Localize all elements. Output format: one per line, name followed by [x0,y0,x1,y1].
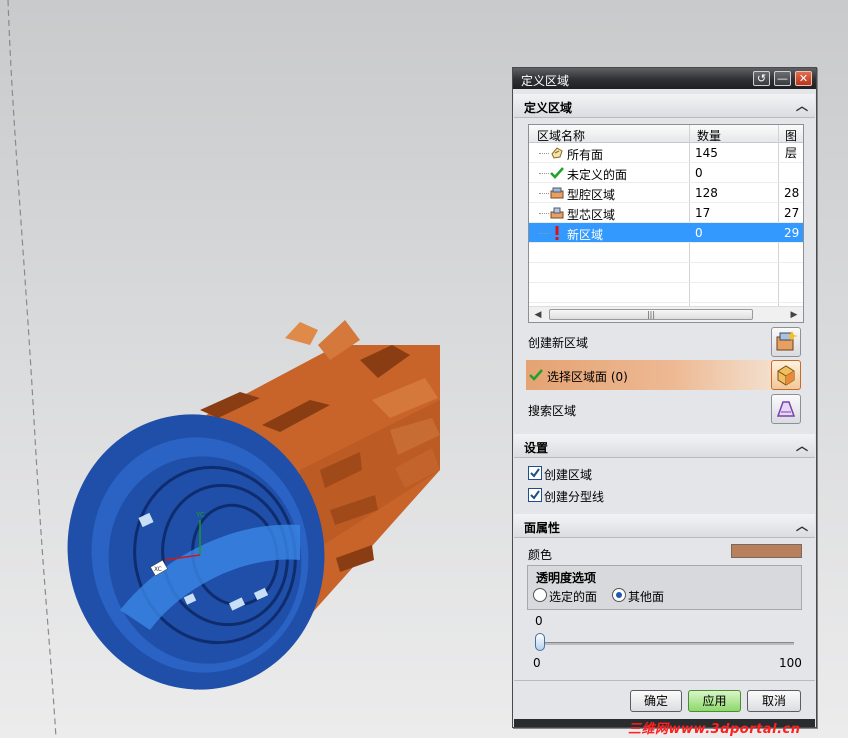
table-row[interactable]: 未定义的面 0 [529,163,803,183]
table-header: 区域名称 数量 图层 [529,125,803,160]
table-row-empty [529,283,803,303]
radio-label: 选定的面 [549,590,598,604]
search-region-icon [776,401,796,417]
dialog-titlebar[interactable]: 定义区域 ↺ — ✕ [513,68,816,89]
tree-connector [539,233,549,234]
scroll-right-icon[interactable]: ▶ [787,308,801,322]
tree-connector [539,173,549,174]
core-region-icon [549,205,565,221]
section-title: 定义区域 [524,101,573,115]
radio-dot [616,592,622,598]
transparency-slider-track[interactable] [538,642,794,645]
color-swatch[interactable] [731,544,802,558]
search-region-button[interactable] [771,394,801,424]
section-header-define-region[interactable]: 定义区域 ︿ [514,94,815,118]
slider-value-label: 0 [535,614,543,628]
ok-button[interactable]: 确定 [630,690,682,712]
section-title: 面属性 [524,521,561,535]
define-region-dialog: 定义区域 ↺ — ✕ 定义区域 ︿ 区域名称 数量 图层 所有面 145 未定义… [512,67,817,728]
tree-connector [539,213,549,214]
select-face-button[interactable] [771,360,801,390]
radio-other-faces[interactable] [612,588,626,602]
divider [514,680,815,681]
table-row[interactable]: 所有面 145 [529,143,803,163]
cancel-button[interactable]: 取消 [747,690,801,712]
create-region-checkbox[interactable] [528,466,542,480]
radio-label: 其他面 [628,590,665,604]
face-cube-icon [777,365,795,386]
radio-selected-faces[interactable] [533,588,547,602]
column-header-count[interactable]: 数量 [697,127,721,144]
table-row-empty [529,263,803,283]
region-layer: 29 [784,226,800,240]
collapse-icon[interactable]: ︿ [793,97,811,115]
section-title: 设置 [524,441,549,455]
scroll-thumb[interactable]: ||| [549,309,753,320]
table-row[interactable]: 型腔区域 128 28 [529,183,803,203]
dashed-boundary-line [7,0,57,738]
dialog-title: 定义区域 [521,74,570,88]
collapse-icon[interactable]: ︿ [793,437,811,455]
select-region-faces-row[interactable]: 选择区域面 (0) [526,360,772,390]
close-icon[interactable]: ✕ [795,71,812,86]
region-name: 型腔区域 [567,188,616,202]
search-region-label: 搜索区域 [528,404,577,418]
green-check-icon [549,165,565,181]
axis-xc-label: XC [154,566,162,573]
tree-connector [539,193,549,194]
create-new-region-button[interactable] [771,327,801,357]
tree-connector [539,153,549,154]
region-name: 新区域 [567,228,604,242]
region-layer: 28 [784,186,800,200]
collapse-icon[interactable]: ︿ [793,517,811,535]
slider-max-label: 100 [779,656,802,670]
watermark-text: 三维网www.3dportal.cn [628,722,801,737]
transparency-legend: 透明度选项 [536,571,597,585]
transparency-group: 透明度选项 选定的面 其他面 [527,565,802,610]
region-count: 0 [695,226,703,240]
checkbox-label: 创建区域 [544,468,593,482]
slider-min-label: 0 [533,656,541,670]
select-faces-label: 选择区域面 (0) [547,370,628,384]
region-count: 0 [695,166,703,180]
green-check-icon [529,368,543,385]
region-table[interactable]: 区域名称 数量 图层 所有面 145 未定义的面 0 型腔区域 128 28 型… [528,124,804,323]
reset-icon[interactable]: ↺ [753,71,770,86]
section-header-settings[interactable]: 设置 ︿ [514,434,815,458]
checkbox-label: 创建分型线 [544,490,605,504]
create-parting-line-checkbox[interactable] [528,488,542,502]
region-count: 17 [695,206,711,220]
table-row[interactable]: 型芯区域 17 27 [529,203,803,223]
cavity-region-icon [549,185,565,201]
axis-yc-label: YC [195,511,205,519]
table-row-selected[interactable]: 新区域 0 29 [529,223,803,243]
all-faces-icon [549,145,565,161]
region-count: 128 [695,186,718,200]
color-label: 颜色 [528,548,553,562]
warning-exclamation-icon [549,225,565,241]
table-row-empty [529,243,803,263]
region-name: 所有面 [567,148,604,162]
scroll-left-icon[interactable]: ◀ [531,308,545,322]
transparency-slider-handle[interactable] [535,633,545,651]
create-region-label: 创建新区域 [528,336,589,350]
region-name: 型芯区域 [567,208,616,222]
column-header-name[interactable]: 区域名称 [537,127,585,144]
region-count: 145 [695,146,718,160]
apply-button[interactable]: 应用 [688,690,741,712]
horizontal-scrollbar[interactable]: ◀ ||| ▶ [529,306,803,322]
region-name: 未定义的面 [567,168,628,182]
new-region-icon [776,331,798,351]
region-layer: 27 [784,206,800,220]
section-header-face-properties[interactable]: 面属性 ︿ [514,514,815,538]
minimize-icon[interactable]: — [774,71,791,86]
